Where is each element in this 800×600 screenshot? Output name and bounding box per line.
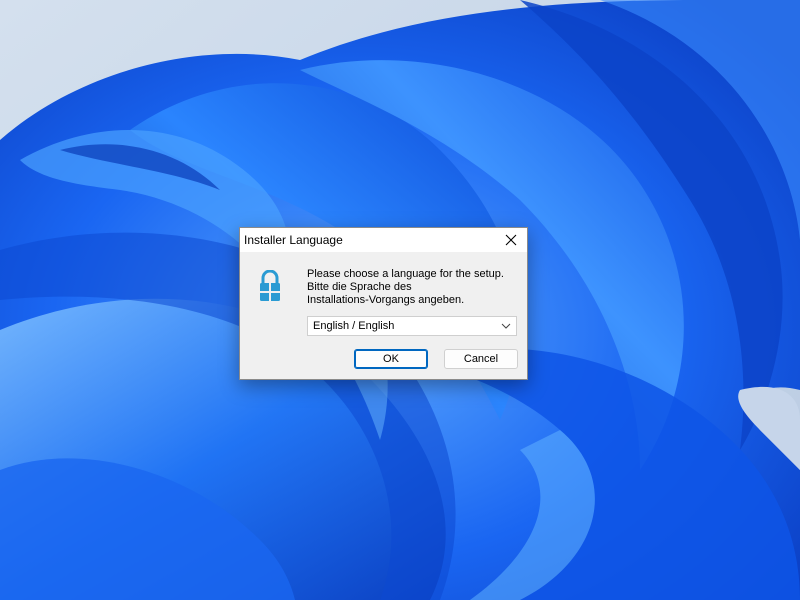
dialog-title: Installer Language [244, 233, 343, 247]
installer-language-dialog: Installer Language Please choose a langu… [239, 227, 528, 380]
ok-button[interactable]: OK [354, 349, 428, 369]
language-select-value: English / English [313, 320, 395, 332]
cancel-button[interactable]: Cancel [444, 349, 518, 369]
language-select[interactable]: English / English [307, 316, 517, 336]
close-button[interactable] [495, 228, 527, 252]
chevron-down-icon [501, 323, 511, 329]
lock-icon [260, 270, 280, 301]
dialog-body: Please choose a language for the setup. … [240, 252, 527, 379]
instruction-text: Please choose a language for the setup. … [307, 268, 504, 306]
close-icon [505, 234, 517, 246]
dialog-titlebar[interactable]: Installer Language [240, 228, 527, 252]
